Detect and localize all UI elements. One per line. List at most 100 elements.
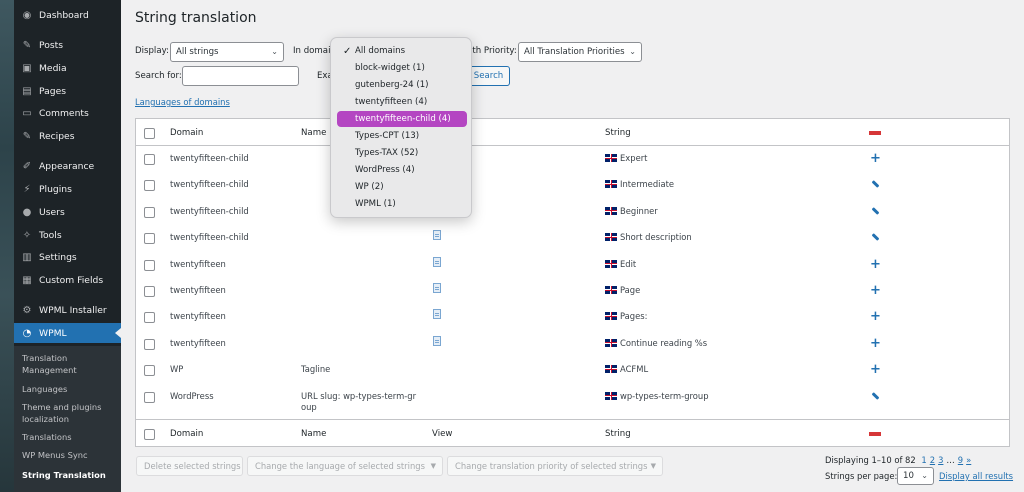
change-priority-label: Change translation priority of selected … (455, 461, 648, 471)
row-checkbox[interactable] (144, 286, 155, 297)
row-name: URL slug: wp-types-term-gr oup (301, 390, 417, 413)
add-translation-icon[interactable]: + (870, 258, 881, 271)
row-checkbox[interactable] (144, 365, 155, 377)
edit-translation-icon[interactable] (871, 206, 880, 215)
sidebar-item-label: Pages (39, 85, 67, 97)
domain-option[interactable]: WordPress (4) (337, 162, 467, 178)
sidebar-item-settings[interactable]: ▥ Settings (14, 247, 121, 267)
row-checkbox[interactable] (144, 233, 155, 245)
languages-of-domains-link[interactable]: Languages of domains (135, 97, 230, 107)
submenu-item-translations[interactable]: Translations (22, 432, 118, 444)
minus-icon (869, 432, 881, 436)
domain-option[interactable]: gutenberg-24 (1) (337, 77, 467, 93)
page-link[interactable]: 1 (921, 455, 926, 465)
submenu-item-translation-management[interactable]: Translation Management (22, 353, 118, 376)
add-translation-icon[interactable]: + (870, 152, 881, 165)
domain-option[interactable]: ✓ All domains (337, 43, 467, 59)
uk-flag-icon (605, 180, 617, 189)
domain-option[interactable]: twentyfifteen (4) (337, 94, 467, 110)
domain-option[interactable]: twentyfifteen-child (4) (337, 111, 467, 127)
add-translation-icon[interactable]: + (870, 337, 881, 350)
per-page-select[interactable]: 10 ⌄ (897, 467, 934, 485)
sidebar-item-dashboard[interactable]: ◉ Dashboard (14, 5, 121, 25)
domain-option[interactable]: Types-TAX (52) (337, 145, 467, 161)
submenu-item-theme-and-plugins-localization[interactable]: Theme and plugins localization (22, 402, 118, 425)
sidebar-item-users[interactable]: ● Users (14, 202, 121, 222)
change-language-select[interactable]: Change the language of selected strings … (247, 456, 443, 476)
edit-translation-icon[interactable] (871, 391, 880, 400)
sidebar-item-comments[interactable]: ▭ Comments (14, 103, 121, 123)
domain-option[interactable]: WPML (1) (337, 196, 467, 212)
sidebar-item-wpml-installer[interactable]: ⚙ WPML Installer (14, 300, 121, 320)
change-language-label: Change the language of selected strings (255, 461, 425, 471)
domain-option-label: gutenberg-24 (1) (355, 80, 429, 90)
footer-column-name[interactable]: Name (301, 429, 326, 439)
row-checkbox[interactable] (144, 338, 155, 350)
domain-option-label: twentyfifteen-child (4) (355, 114, 451, 124)
search-input[interactable] (182, 66, 299, 86)
edit-translation-icon[interactable] (871, 233, 880, 242)
submenu-item-languages[interactable]: Languages (22, 384, 118, 396)
page-link[interactable]: 3 (938, 455, 943, 465)
pages-icon: ▤ (22, 85, 32, 97)
sidebar-item-label: Settings (39, 251, 77, 263)
page-link[interactable]: » (966, 455, 971, 465)
row-checkbox[interactable] (144, 206, 155, 218)
row-checkbox[interactable] (144, 312, 155, 324)
sidebar-item-appearance[interactable]: ✐ Appearance (14, 156, 121, 176)
footer-column-domain[interactable]: Domain (170, 429, 203, 439)
row-checkbox[interactable] (144, 180, 155, 192)
sidebar-item-label: WPML (39, 327, 67, 339)
view-page-icon[interactable] (433, 335, 441, 346)
add-translation-icon[interactable]: + (870, 310, 881, 323)
view-page-icon[interactable] (433, 230, 441, 241)
add-translation-icon[interactable]: + (870, 363, 881, 376)
add-translation-icon[interactable]: + (870, 284, 881, 297)
view-page-icon[interactable] (433, 309, 441, 320)
submenu-item-string-translation[interactable]: String Translation (22, 470, 118, 482)
display-select-value: All strings (176, 47, 219, 57)
sidebar-item-recipes[interactable]: ✎ Recipes (14, 126, 121, 146)
display-all-results-link[interactable]: Display all results (939, 471, 1013, 481)
footer-column-string[interactable]: String (605, 429, 631, 439)
sidebar-item-custom-fields[interactable]: ▦ Custom Fields (14, 270, 121, 290)
delete-selected-button[interactable]: Delete selected strings (136, 456, 243, 476)
sidebar-item-media[interactable]: ▣ Media (14, 58, 121, 78)
sidebar-item-label: Users (39, 206, 65, 218)
sidebar-item-wpml[interactable]: ◔ WPML (14, 323, 121, 343)
domain-option[interactable]: Types-CPT (13) (337, 128, 467, 144)
table-row: twentyfifteen-child Beginner (136, 199, 1009, 225)
select-all-checkbox-footer[interactable] (144, 429, 155, 440)
edit-translation-icon[interactable] (871, 180, 880, 189)
column-domain[interactable]: Domain (170, 128, 203, 138)
page-link[interactable]: 2 (930, 455, 935, 465)
row-checkbox[interactable] (144, 391, 155, 403)
display-select[interactable]: All strings ⌄ (170, 42, 284, 62)
column-name[interactable]: Name (301, 128, 326, 138)
sidebar-item-plugins[interactable]: ⚡ Plugins (14, 179, 121, 199)
sidebar-item-label: Appearance (39, 160, 95, 172)
row-checkbox[interactable] (144, 259, 155, 271)
domain-option[interactable]: block-widget (1) (337, 60, 467, 76)
row-string-text: Page (620, 285, 641, 295)
chevron-down-icon: ▼ (650, 462, 656, 470)
sidebar-item-posts[interactable]: ✎ Posts (14, 35, 121, 55)
table-row: twentyfifteen-child Short description (136, 225, 1009, 251)
table-header: Domain Name String (136, 119, 1009, 146)
view-page-icon[interactable] (433, 283, 441, 293)
select-all-checkbox[interactable] (144, 128, 155, 139)
settings-icon: ▥ (22, 251, 32, 263)
table-footer: Domain Name View String (136, 419, 1009, 446)
sidebar-item-pages[interactable]: ▤ Pages (14, 81, 121, 101)
submenu-item-wp-menus-sync[interactable]: WP Menus Sync (22, 450, 118, 462)
page-link[interactable]: 9 (958, 455, 963, 465)
change-priority-select[interactable]: Change translation priority of selected … (447, 456, 663, 476)
search-button[interactable]: Search (467, 66, 510, 86)
domain-option[interactable]: WP (2) (337, 179, 467, 195)
column-string[interactable]: String (605, 128, 631, 138)
sidebar-item-tools[interactable]: ✧ Tools (14, 225, 121, 245)
row-checkbox[interactable] (144, 154, 155, 165)
table-row: twentyfifteen Continue reading %s + (136, 331, 1009, 357)
priority-select[interactable]: All Translation Priorities ⌄ (518, 42, 642, 62)
view-page-icon[interactable] (433, 256, 441, 267)
